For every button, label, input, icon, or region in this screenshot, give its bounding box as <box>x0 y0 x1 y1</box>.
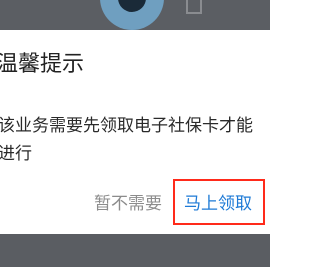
background-icon <box>186 0 202 14</box>
confirm-button[interactable]: 马上领取 <box>178 190 258 218</box>
dialog-message: 该业务需要先领取电子社保卡才能进行 <box>0 116 253 164</box>
dialog-title: 温馨提示 <box>0 52 85 77</box>
background-footer <box>0 234 270 267</box>
screen: 温馨提示 该业务需要先领取电子社保卡才能进行 暂不需要 马上领取 <box>0 0 270 267</box>
cancel-button[interactable]: 暂不需要 <box>94 190 162 218</box>
alert-dialog: 温馨提示 该业务需要先领取电子社保卡才能进行 暂不需要 马上领取 <box>0 30 270 234</box>
